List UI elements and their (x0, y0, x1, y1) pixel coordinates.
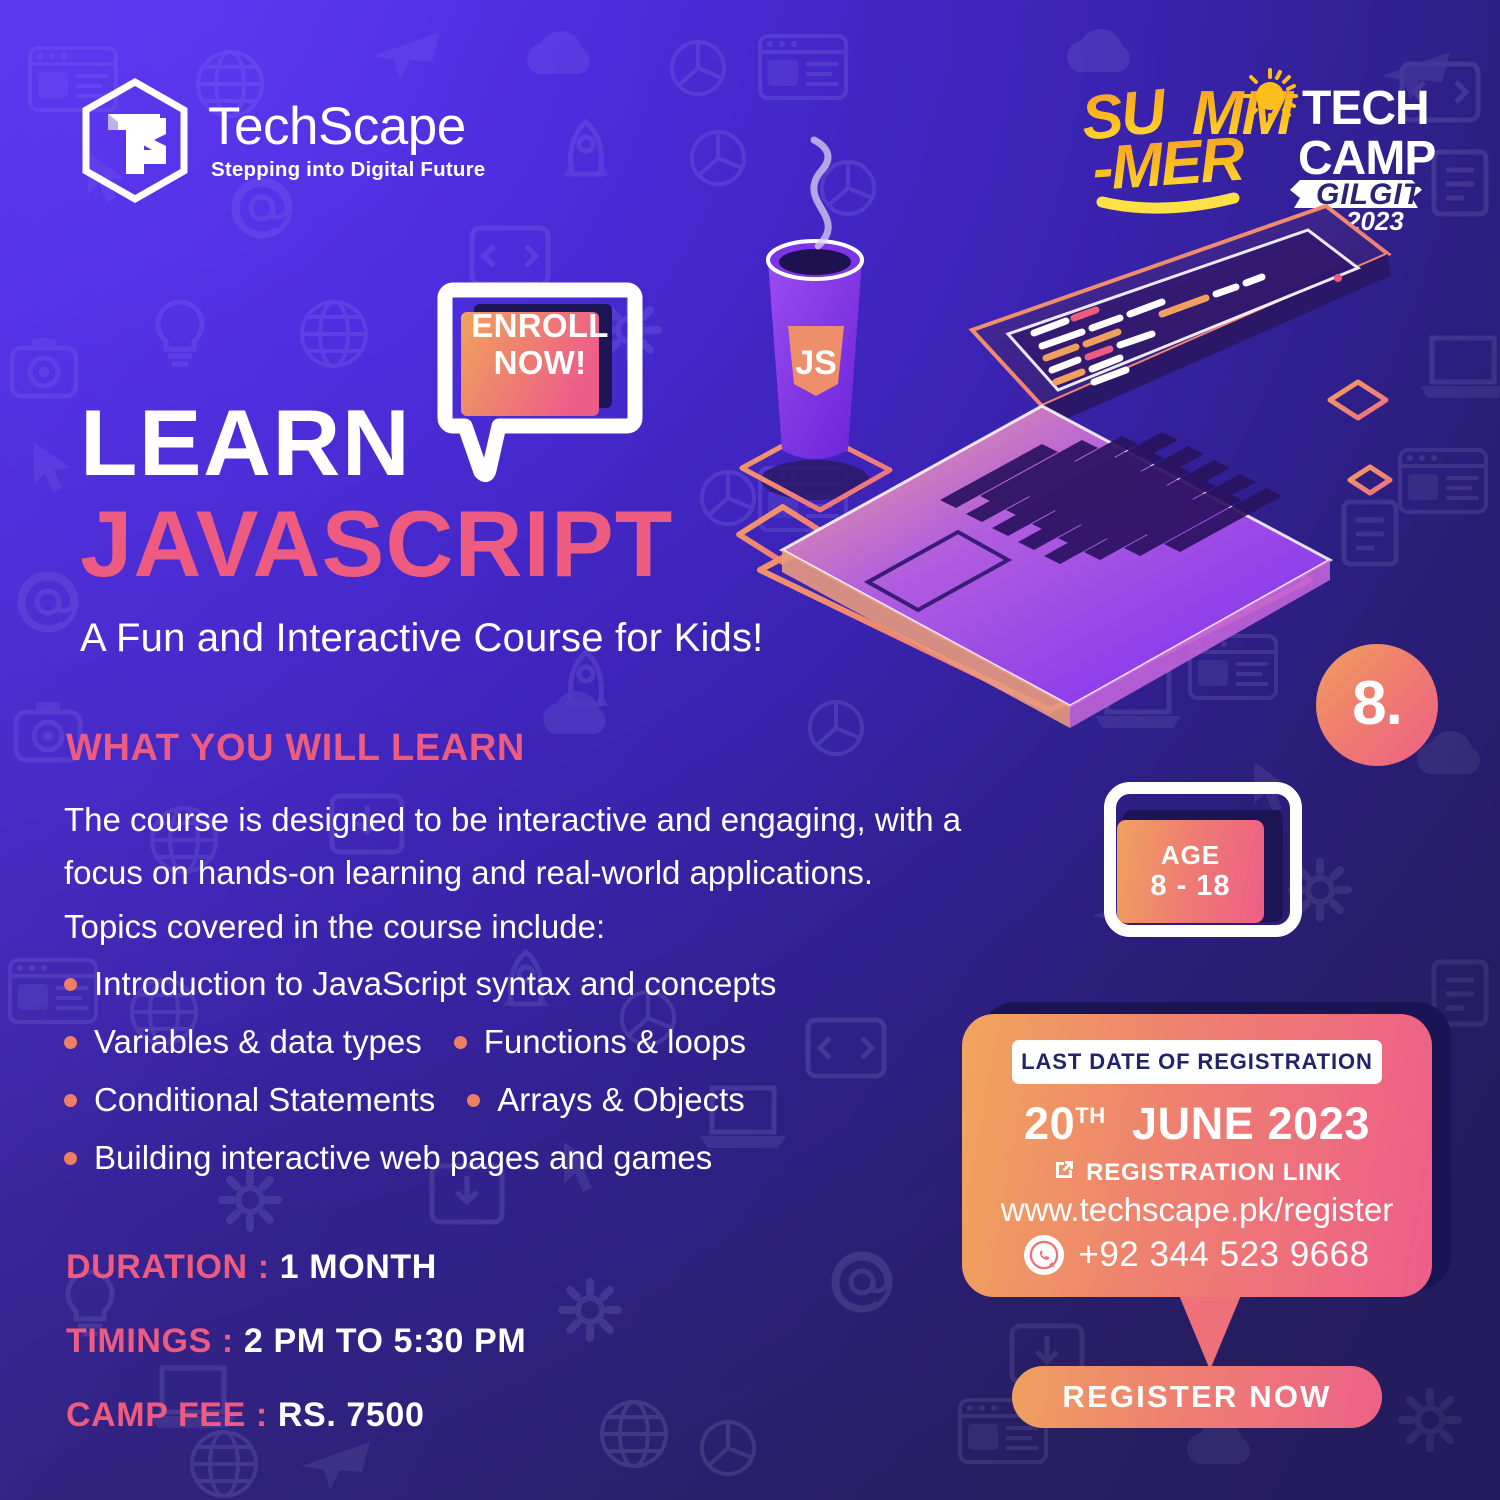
topic-label: Functions & loops (483, 1023, 747, 1060)
bullet-dot-icon (64, 1035, 77, 1049)
bullet-dot-icon (64, 977, 77, 991)
bullet-dot-icon (64, 1093, 77, 1107)
brand-logo: TechScape Stepping into Digital Future (80, 77, 486, 204)
course-description: The course is designed to be interactive… (64, 801, 962, 945)
registration-url[interactable]: www.techscape.pk/register (962, 1191, 1432, 1229)
registration-header-pill: LAST DATE OF REGISTRATION (1012, 1040, 1382, 1084)
registration-header-label: LAST DATE OF REGISTRATION (1021, 1049, 1373, 1074)
brand-name: TechScape (208, 97, 466, 157)
list-item: Conditional Statements Arrays & Objects (64, 1081, 924, 1119)
detail-value: 2 PM TO 5:30 PM (243, 1322, 527, 1360)
registration-card: LAST DATE OF REGISTRATION 20TH JUNE 2023… (962, 1014, 1432, 1297)
headline-learn: LEARN (80, 390, 412, 495)
list-item: Building interactive web pages and games (64, 1139, 924, 1177)
detail-label: TIMINGS : (66, 1322, 234, 1360)
detail-row-duration: DURATION : 1 MONTH (66, 1248, 526, 1287)
deadline-day: 20 (1023, 1098, 1076, 1149)
topics-list: Introduction to JavaScript syntax and co… (64, 965, 924, 1197)
headline-subtitle: A Fun and Interactive Course for Kids! (80, 616, 764, 661)
headline-subject: JAVASCRIPT (80, 491, 674, 597)
whatsapp-contact-row[interactable]: +92 344 523 9668 (962, 1235, 1432, 1275)
section-title-what-you-will-learn: WHAT YOU WILL LEARN (66, 727, 525, 769)
detail-row-camp-fee: CAMP FEE : RS. 7500 (66, 1396, 526, 1435)
topic-label: Building interactive web pages and games (94, 1139, 713, 1176)
list-item: Variables & data types Functions & loops (64, 1023, 924, 1061)
topic-label: Arrays & Objects (497, 1081, 745, 1118)
detail-value: RS. 7500 (277, 1396, 425, 1434)
registration-deadline-date: 20TH JUNE 2023 (962, 1098, 1432, 1150)
deadline-suffix: TH (1075, 1103, 1106, 1128)
techscape-hexagon-ts-logo-icon (80, 77, 190, 204)
register-now-label: REGISTER NOW (1062, 1379, 1332, 1414)
registration-link-row: REGISTRATION LINK (962, 1158, 1432, 1187)
topic-label: Conditional Statements (94, 1081, 436, 1118)
whatsapp-phone-number[interactable]: +92 344 523 9668 (1078, 1235, 1369, 1275)
deadline-month-year: JUNE 2023 (1131, 1098, 1371, 1149)
registration-card-tail (1176, 1288, 1244, 1370)
isometric-laptop-with-code-icon: JS (690, 136, 1393, 728)
detail-label: DURATION : (66, 1248, 270, 1286)
topic-label: Introduction to JavaScript syntax and co… (94, 965, 777, 1002)
poster-number-label: 8. (1352, 668, 1403, 738)
bullet-dot-icon (453, 1035, 467, 1049)
registration-link-label: REGISTRATION LINK (1086, 1158, 1342, 1186)
poster-canvas: TechScape Stepping into Digital Future S… (0, 0, 1500, 1500)
age-range: 8 - 18 (1150, 869, 1231, 902)
bullet-dot-icon (64, 1151, 77, 1165)
sun-icon (1242, 68, 1298, 124)
age-badge: AGE 8 - 18 (1117, 820, 1264, 923)
list-item: Introduction to JavaScript syntax and co… (64, 965, 924, 1003)
whatsapp-icon[interactable] (1024, 1235, 1065, 1275)
headline-block: LEARN JAVASCRIPT A Fun and Interactive C… (80, 390, 764, 661)
detail-value: 1 MONTH (279, 1248, 437, 1286)
bullet-dot-icon (467, 1093, 481, 1107)
svg-text:TECH: TECH (1302, 82, 1429, 135)
topic-label: Variables & data types (94, 1023, 422, 1060)
age-label: AGE (1160, 839, 1221, 870)
svg-text:JS: JS (795, 344, 837, 382)
detail-row-timings: TIMINGS : 2 PM TO 5:30 PM (66, 1322, 526, 1361)
detail-label: CAMP FEE : (66, 1396, 268, 1434)
poster-number-badge: 8. (1316, 644, 1438, 766)
register-now-button[interactable]: REGISTER NOW (1012, 1366, 1382, 1428)
brand-tagline: Stepping into Digital Future (211, 158, 486, 182)
external-link-icon (1052, 1158, 1076, 1187)
course-details: DURATION : 1 MONTH TIMINGS : 2 PM TO 5:3… (66, 1248, 526, 1470)
